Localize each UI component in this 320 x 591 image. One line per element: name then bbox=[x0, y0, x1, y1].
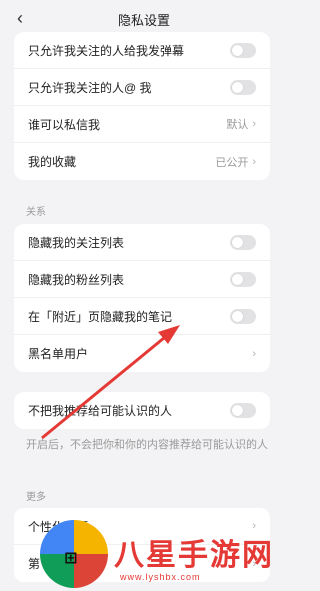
privacy-card: 只允许我关注的人给我发弹幕 只允许我关注的人@ 我 谁可以私信我 默认 › 我的… bbox=[14, 32, 270, 180]
danmaku-toggle[interactable] bbox=[230, 42, 256, 58]
recommend-hint: 开启后，不会把你和你的内容推荐给可能认识的人 bbox=[26, 439, 268, 451]
watermark-logo: ⊞ 八星手游网 www.lyshbx.com bbox=[40, 520, 288, 591]
watermark-text: 八星手游网 bbox=[114, 539, 274, 572]
hide-followers-label: 隐藏我的粉丝列表 bbox=[28, 272, 125, 287]
danmaku-setting-row[interactable]: 只允许我关注的人给我发弹幕 bbox=[14, 32, 270, 69]
mention-setting-row[interactable]: 只允许我关注的人@ 我 bbox=[14, 69, 270, 106]
relations-section-title: 关系 bbox=[26, 207, 46, 218]
collection-value: 已公开 bbox=[215, 156, 249, 169]
danmaku-setting-label: 只允许我关注的人给我发弹幕 bbox=[28, 43, 185, 58]
more-section-title: 更多 bbox=[26, 492, 46, 503]
hide-nearby-label: 在「附近」页隐藏我的笔记 bbox=[28, 309, 173, 324]
page-title: 隐私设置 bbox=[117, 13, 170, 28]
blacklist-label: 黑名单用户 bbox=[28, 347, 89, 361]
chevron-right-icon: › bbox=[252, 118, 256, 130]
collection-row[interactable]: 我的收藏 已公开 › bbox=[14, 143, 270, 180]
mention-setting-label: 只允许我关注的人@ 我 bbox=[28, 80, 152, 95]
hide-following-toggle[interactable] bbox=[230, 234, 256, 250]
hide-following-row[interactable]: 隐藏我的关注列表 bbox=[14, 224, 270, 261]
hide-following-label: 隐藏我的关注列表 bbox=[28, 235, 125, 250]
direct-message-row[interactable]: 谁可以私信我 默认 › bbox=[14, 106, 270, 143]
hide-nearby-toggle[interactable] bbox=[230, 308, 256, 324]
recommend-toggle[interactable] bbox=[230, 403, 256, 418]
watermark-url: www.lyshbx.com bbox=[120, 572, 201, 582]
hide-nearby-row[interactable]: 在「附近」页隐藏我的笔记 bbox=[14, 298, 270, 335]
direct-message-value: 默认 bbox=[226, 119, 249, 131]
chevron-right-icon: › bbox=[252, 155, 256, 168]
relations-card: 隐藏我的关注列表 隐藏我的粉丝列表 在「附近」页隐藏我的笔记 黑名单用户 › bbox=[14, 224, 270, 372]
hide-followers-row[interactable]: 隐藏我的粉丝列表 bbox=[14, 261, 270, 298]
recommend-row[interactable]: 不把我推荐给可能认识的人 bbox=[14, 392, 270, 429]
blacklist-row[interactable]: 黑名单用户 › bbox=[14, 335, 270, 372]
windows-icon: ⊞ bbox=[64, 550, 78, 567]
collection-label: 我的收藏 bbox=[28, 155, 77, 169]
chevron-right-icon: › bbox=[252, 347, 256, 360]
mention-toggle[interactable] bbox=[230, 79, 256, 95]
direct-message-label: 谁可以私信我 bbox=[28, 117, 101, 132]
recommend-label: 不把我推荐给可能认识的人 bbox=[28, 404, 173, 418]
recommend-card: 不把我推荐给可能认识的人 bbox=[14, 392, 270, 429]
hide-followers-toggle[interactable] bbox=[230, 271, 256, 287]
